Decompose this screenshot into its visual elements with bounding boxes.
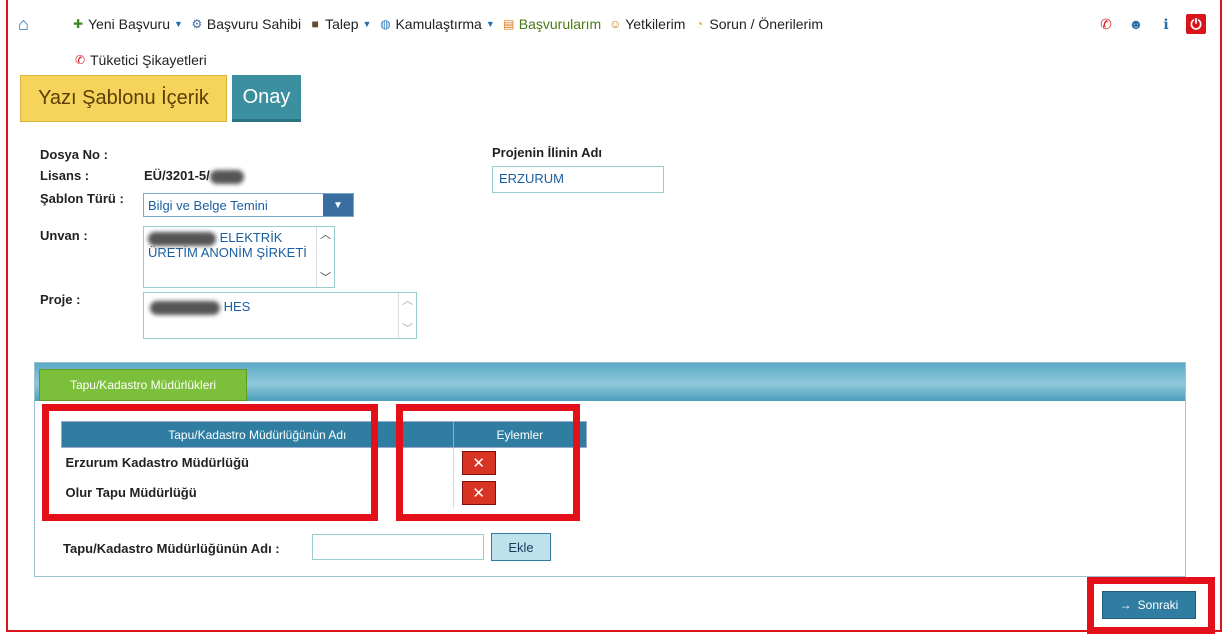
redacted-mark <box>150 300 220 315</box>
next-button-label: Sonraki <box>1137 598 1179 612</box>
menu-item-sorun-onerilerim[interactable]: ◔ Sorun / Önerilerim <box>691 16 823 32</box>
add-mudurluk-input[interactable] <box>312 534 484 560</box>
user-tools: ✆ ☻ ℹ ⏻ <box>1096 14 1206 34</box>
menu-item-kamulastirma[interactable]: ◍ Kamulaştırma ▼ <box>377 16 495 32</box>
menu-row-2: ✆ Tüketici Şikayetleri <box>72 50 213 70</box>
tab-template-content[interactable]: Yazı Şablonu İçerik <box>20 75 227 122</box>
highlight-box-names <box>42 404 378 521</box>
applicant-icon: ⚙ <box>191 17 203 31</box>
lisans-label: Lisans : <box>40 168 90 183</box>
proje-scrollbar[interactable]: ︿ ﹀ <box>398 293 416 338</box>
sablon-selected-value: Bilgi ve Belge Temini <box>148 197 268 213</box>
notification-icon[interactable]: ✆ <box>1096 14 1116 34</box>
unvan-label: Unvan : <box>40 228 88 243</box>
menu-item-basvurularim[interactable]: ▤ Başvurularım <box>501 16 601 32</box>
proje-label: Proje : <box>40 292 81 307</box>
chevron-down-icon[interactable]: ﹀ <box>402 323 413 336</box>
menu-item-yetkilerim[interactable]: ☺ Yetkilerim <box>607 16 685 32</box>
info-icon[interactable]: ℹ <box>1156 14 1176 34</box>
chevron-up-icon[interactable]: ︿ <box>320 229 331 242</box>
my-applications-icon: ▤ <box>503 17 515 31</box>
redacted-mark <box>209 169 244 184</box>
menu-item-yeni-basvuru[interactable]: ✚ Yeni Başvuru ▼ <box>70 16 183 32</box>
user-icon[interactable]: ☻ <box>1126 14 1146 34</box>
next-button[interactable]: → Sonraki <box>1102 591 1196 619</box>
dosya-no-label: Dosya No : <box>40 147 108 162</box>
power-icon[interactable]: ⏻ <box>1186 14 1206 34</box>
redacted-mark <box>148 231 216 246</box>
menu-item-basvuru-sahibi[interactable]: ⚙ Başvuru Sahibi <box>189 16 302 32</box>
highlight-box-actions <box>396 404 580 521</box>
arrow-right-icon: → <box>1119 598 1132 612</box>
menu-row: ✚ Yeni Başvuru ▼ ⚙ Başvuru Sahibi ■ Tale… <box>70 14 829 34</box>
il-label: Projenin İlinin Adı <box>492 145 603 160</box>
chevron-down-icon: ▼ <box>173 19 183 29</box>
permissions-icon: ☺ <box>609 17 622 31</box>
top-menu: ⌂ ✚ Yeni Başvuru ▼ ⚙ Başvuru Sahibi ■ Ta… <box>0 0 1226 74</box>
globe-icon: ◍ <box>380 17 391 31</box>
chevron-down-icon[interactable]: ▼ <box>323 194 353 216</box>
sablon-label: Şablon Türü : <box>40 191 124 206</box>
new-application-icon: ✚ <box>72 17 84 31</box>
il-input[interactable]: ERZURUM <box>492 166 664 193</box>
request-icon: ■ <box>311 17 319 31</box>
menu-item-tuketici-sikayetleri[interactable]: ✆ Tüketici Şikayetleri <box>72 52 207 68</box>
lisans-value: EÜ/3201-5/ <box>144 168 244 184</box>
chevron-up-icon[interactable]: ︿ <box>402 295 413 308</box>
sablon-select[interactable]: Bilgi ve Belge Temini ▼ <box>143 193 354 217</box>
feedback-icon: ◔ <box>695 17 704 31</box>
tab-approval[interactable]: Onay <box>232 75 301 122</box>
chevron-down-icon[interactable]: ﹀ <box>320 272 331 285</box>
unvan-field[interactable]: ELEKTRİK ÜRETİM ANONİM ŞİRKETİ ︿ ﹀ <box>143 226 335 288</box>
add-button[interactable]: Ekle <box>491 533 551 561</box>
chevron-down-icon: ▼ <box>362 19 372 29</box>
tab-tapu-kadastro[interactable]: Tapu/Kadastro Müdürlükleri <box>39 369 247 401</box>
home-icon[interactable]: ⌂ <box>18 14 38 34</box>
panel-header: Tapu/Kadastro Müdürlükleri <box>35 363 1185 401</box>
add-mudurluk-label: Tapu/Kadastro Müdürlüğünün Adı : <box>63 541 280 556</box>
menu-item-talep[interactable]: ■ Talep ▼ <box>307 16 371 32</box>
chevron-down-icon: ▼ <box>485 19 495 29</box>
unvan-scrollbar[interactable]: ︿ ﹀ <box>316 227 334 287</box>
complaint-icon: ✆ <box>74 53 86 67</box>
proje-field[interactable]: HES ︿ ﹀ <box>143 292 417 339</box>
